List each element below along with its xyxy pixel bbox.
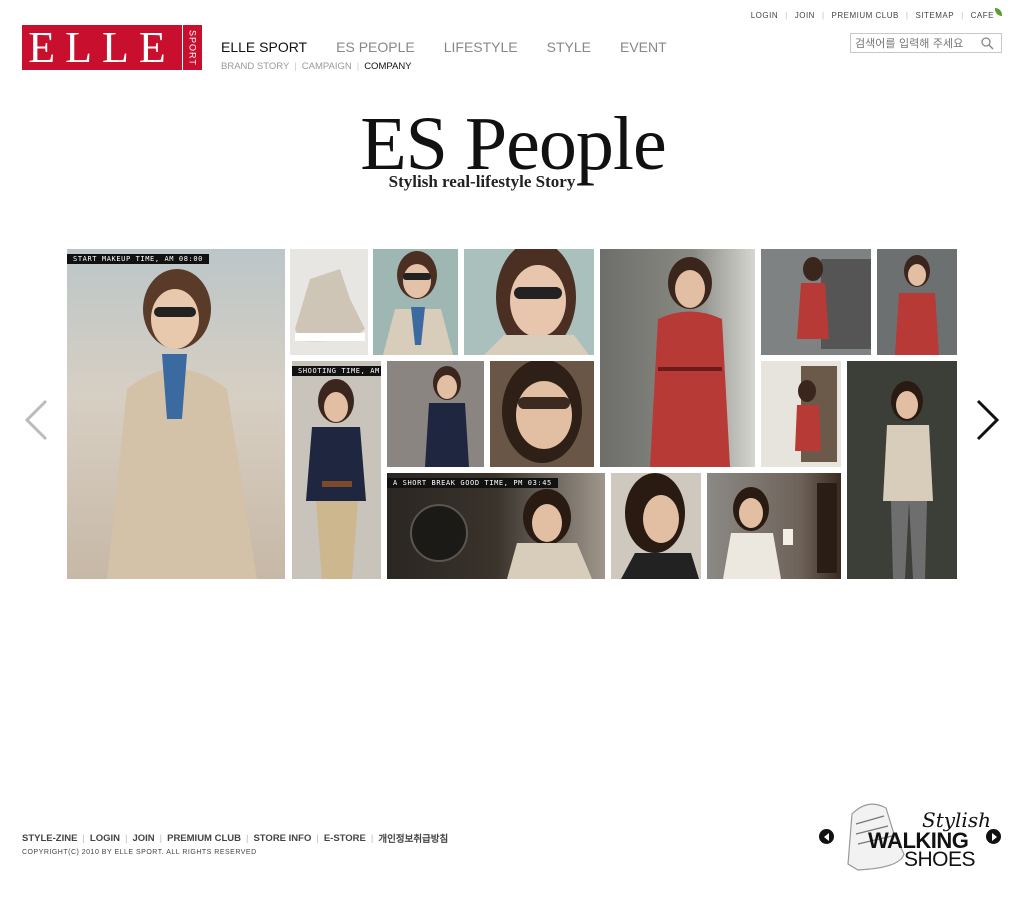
photo-red-coat-pose[interactable] bbox=[877, 249, 957, 355]
footer-nav: STYLE-ZINE | LOGIN | JOIN | PREMIUM CLUB… bbox=[22, 831, 449, 846]
photo-coffee-cup[interactable] bbox=[707, 473, 841, 579]
photo-scarf[interactable] bbox=[373, 249, 458, 355]
search-box bbox=[850, 33, 1002, 53]
footer-store-info-link[interactable]: STORE INFO bbox=[253, 833, 311, 844]
promo-next-icon[interactable] bbox=[986, 829, 1001, 844]
footer-e-store-link[interactable]: E-STORE bbox=[324, 833, 366, 844]
walking-shoes-promo-banner[interactable]: Stylish WALKING SHOES bbox=[818, 792, 1004, 874]
logo-text: ELLE bbox=[28, 23, 176, 72]
nav-es-people[interactable]: ES PEOPLE bbox=[336, 39, 415, 55]
utility-links: LOGIN | JOIN | PREMIUM CLUB | SITEMAP | … bbox=[751, 7, 1002, 20]
photo-red-coat-door[interactable] bbox=[761, 361, 841, 467]
footer-privacy-policy-link[interactable]: 개인정보취급방침 bbox=[378, 831, 448, 845]
photo-shooting-jacket[interactable]: SHOOTING TIME, AM 10:30 bbox=[292, 361, 381, 579]
footer-join-link[interactable]: JOIN bbox=[132, 833, 154, 844]
util-login-link[interactable]: LOGIN bbox=[751, 11, 778, 20]
nav-event[interactable]: EVENT bbox=[620, 39, 667, 55]
copyright-text: COPYRIGHT(C) 2010 BY ELLE SPORT. ALL RIG… bbox=[22, 849, 257, 856]
util-sitemap-link[interactable]: SITEMAP bbox=[915, 11, 954, 20]
nav-lifestyle[interactable]: LIFESTYLE bbox=[444, 39, 518, 55]
util-join-link[interactable]: JOIN bbox=[795, 11, 815, 20]
nav-style[interactable]: STYLE bbox=[547, 39, 591, 55]
promo-shoes-text: SHOES bbox=[904, 848, 976, 871]
page-heading: ES People Stylish real-lifestyle Story bbox=[0, 100, 1024, 192]
leaf-icon bbox=[995, 7, 1002, 16]
photo-label-makeup: START MAKEUP TIME, AM 08:00 bbox=[67, 254, 209, 264]
photo-label-shooting: SHOOTING TIME, AM 10:30 bbox=[292, 366, 381, 376]
search-icon[interactable] bbox=[977, 34, 997, 52]
footer-premium-club-link[interactable]: PREMIUM CLUB bbox=[167, 833, 241, 844]
util-cafe-link[interactable]: CAFE bbox=[971, 11, 994, 20]
photo-makeup-main[interactable]: START MAKEUP TIME, AM 08:00 bbox=[67, 249, 285, 579]
photo-sunglasses-closeup[interactable] bbox=[490, 361, 594, 467]
elle-sport-logo[interactable]: ELLE SPORT bbox=[22, 25, 202, 70]
photo-profile[interactable] bbox=[611, 473, 701, 579]
promo-prev-icon[interactable] bbox=[819, 829, 834, 844]
util-premium-club-link[interactable]: PREMIUM CLUB bbox=[832, 11, 899, 20]
photo-sunglasses-smile[interactable] bbox=[464, 249, 594, 355]
subnav-campaign[interactable]: CAMPAIGN bbox=[302, 61, 352, 72]
photo-label-break: A SHORT BREAK GOOD TIME, PM 03:45 bbox=[387, 478, 558, 488]
search-input[interactable] bbox=[851, 34, 977, 52]
subnav-brand-story[interactable]: BRAND STORY bbox=[221, 61, 289, 72]
photo-sneaker[interactable] bbox=[290, 249, 368, 355]
footer-login-link[interactable]: LOGIN bbox=[90, 833, 120, 844]
photo-red-coat[interactable] bbox=[600, 249, 755, 467]
gallery-next-arrow-icon[interactable] bbox=[974, 398, 1002, 442]
logo-sport-text: SPORT bbox=[182, 25, 202, 70]
photo-leggings-pose[interactable] bbox=[847, 361, 957, 579]
subnav-company[interactable]: COMPANY bbox=[364, 61, 411, 72]
nav-elle-sport[interactable]: ELLE SPORT bbox=[221, 39, 307, 55]
gallery-prev-arrow-icon[interactable] bbox=[22, 398, 50, 442]
footer-style-zine-link[interactable]: STYLE-ZINE bbox=[22, 833, 77, 844]
photo-jacket-sitting[interactable] bbox=[387, 361, 484, 467]
main-nav: ELLE SPORT ES PEOPLE LIFESTYLE STYLE EVE… bbox=[221, 39, 696, 55]
photo-red-coat-car[interactable] bbox=[761, 249, 871, 355]
photo-short-break-coffee[interactable]: A SHORT BREAK GOOD TIME, PM 03:45 bbox=[387, 473, 605, 579]
sub-nav: BRAND STORY | CAMPAIGN | COMPANY bbox=[221, 61, 412, 72]
page-subtitle: Stylish real-lifestyle Story bbox=[388, 172, 576, 191]
